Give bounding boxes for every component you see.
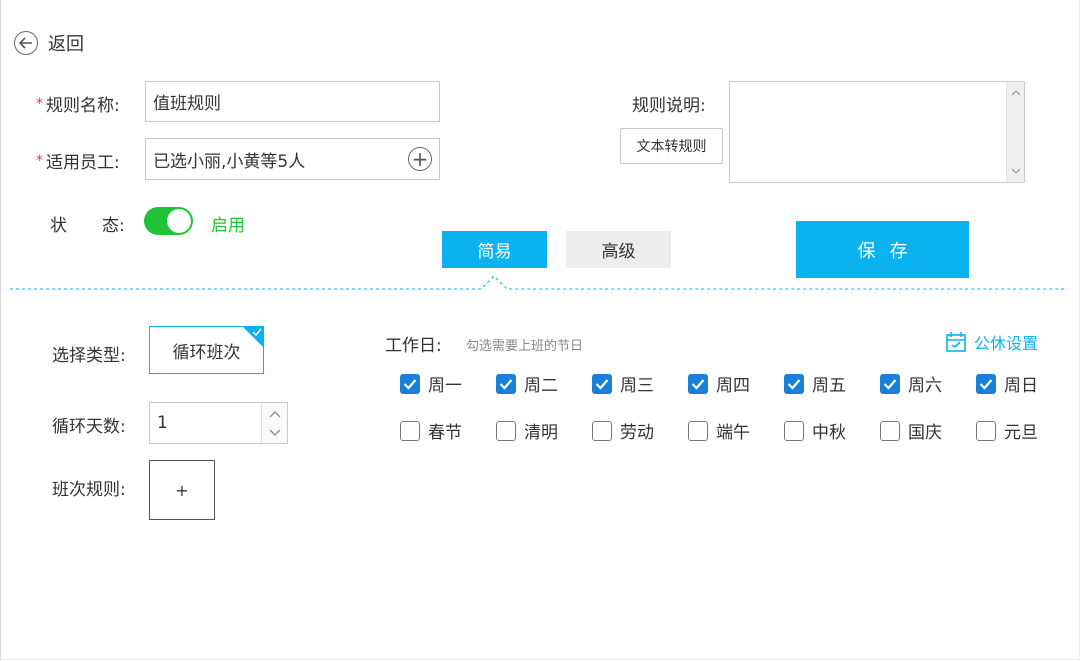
rule-name-input[interactable]: 值班规则 bbox=[145, 81, 440, 122]
weekday-checkbox-2[interactable]: 周二 bbox=[496, 371, 558, 396]
type-label: 选择类型: bbox=[52, 346, 126, 366]
weekday-label: 周五 bbox=[812, 376, 846, 396]
checkbox-unchecked-icon[interactable] bbox=[688, 420, 708, 441]
holiday-settings-label: 公休设置 bbox=[974, 334, 1039, 353]
workdays-label: 工作日: bbox=[385, 336, 442, 356]
description-label: 规则说明: bbox=[632, 96, 706, 116]
holiday-label: 国庆 bbox=[908, 423, 942, 443]
weekday-checkbox-4[interactable]: 周四 bbox=[688, 371, 750, 396]
weekday-checkbox-1[interactable]: 周一 bbox=[400, 371, 462, 396]
holiday-checkbox-7[interactable]: 元旦 bbox=[976, 418, 1038, 443]
weekday-label: 周六 bbox=[908, 376, 942, 396]
checkbox-checked-icon[interactable] bbox=[592, 373, 612, 394]
holiday-checkbox-6[interactable]: 国庆 bbox=[880, 418, 942, 443]
tab-advanced[interactable]: 高级 bbox=[566, 231, 671, 268]
weekday-checkbox-7[interactable]: 周日 bbox=[976, 371, 1038, 396]
calendar-icon bbox=[946, 332, 966, 352]
workdays-hint: 勾选需要上班的节日 bbox=[466, 339, 584, 354]
holiday-checkbox-1[interactable]: 春节 bbox=[400, 418, 462, 443]
holiday-label: 端午 bbox=[716, 423, 750, 443]
employees-value: 已选小丽,小黄等5人 bbox=[153, 151, 306, 172]
type-select[interactable]: 循环班次 bbox=[149, 326, 264, 374]
holiday-label: 春节 bbox=[428, 423, 462, 443]
employees-input[interactable]: 已选小丽,小黄等5人 + bbox=[145, 138, 440, 180]
weekday-checkbox-3[interactable]: 周三 bbox=[592, 371, 654, 396]
status-label-a: 状 bbox=[50, 216, 67, 236]
holiday-checkbox-4[interactable]: 端午 bbox=[688, 418, 750, 443]
weekday-label: 周二 bbox=[524, 376, 558, 396]
holiday-checkbox-3[interactable]: 劳动 bbox=[592, 418, 654, 443]
back-button[interactable]: 返回 bbox=[14, 30, 84, 56]
holiday-checkbox-2[interactable]: 清明 bbox=[496, 418, 558, 443]
weekday-checkbox-6[interactable]: 周六 bbox=[880, 371, 942, 396]
check-icon bbox=[252, 328, 262, 336]
employees-label: * 适用员工: bbox=[36, 148, 120, 173]
add-shift-rule-button[interactable]: + bbox=[149, 460, 215, 520]
status-label-b: 态: bbox=[102, 216, 125, 236]
weekday-checkbox-5[interactable]: 周五 bbox=[784, 371, 846, 396]
checkbox-checked-icon[interactable] bbox=[976, 373, 996, 394]
section-divider bbox=[10, 275, 1066, 290]
toggle-knob bbox=[167, 209, 191, 233]
checkbox-unchecked-icon[interactable] bbox=[496, 420, 516, 441]
text-to-rule-button[interactable]: 文本转规则 bbox=[620, 128, 723, 164]
cycle-days-stepper[interactable]: 1 bbox=[149, 402, 288, 444]
back-label: 返回 bbox=[48, 34, 84, 55]
cycle-days-label: 循环天数: bbox=[52, 417, 126, 437]
chevron-down-icon bbox=[269, 429, 281, 436]
chevron-up-icon bbox=[269, 411, 281, 418]
holiday-checkbox-5[interactable]: 中秋 bbox=[784, 418, 846, 443]
cycle-days-value: 1 bbox=[157, 413, 168, 433]
weekday-label: 周三 bbox=[620, 376, 654, 396]
status-value: 启用 bbox=[211, 216, 245, 236]
shift-rule-label: 班次规则: bbox=[52, 480, 126, 500]
textarea-scrollbar[interactable] bbox=[1006, 82, 1024, 182]
weekday-label: 周一 bbox=[428, 376, 462, 396]
checkbox-unchecked-icon[interactable] bbox=[592, 420, 612, 441]
add-employee-icon[interactable]: + bbox=[408, 147, 432, 171]
checkbox-checked-icon[interactable] bbox=[400, 373, 420, 394]
checkbox-unchecked-icon[interactable] bbox=[784, 420, 804, 441]
rule-name-label: * 规则名称: bbox=[36, 91, 120, 116]
type-value: 循环班次 bbox=[172, 342, 241, 363]
employees-label-text: 适用员工: bbox=[46, 153, 120, 173]
holiday-label: 中秋 bbox=[812, 423, 846, 443]
holiday-label: 元旦 bbox=[1004, 423, 1038, 443]
stepper-arrows[interactable] bbox=[261, 403, 287, 443]
tab-simple[interactable]: 简易 bbox=[442, 231, 547, 268]
checkbox-unchecked-icon[interactable] bbox=[400, 420, 420, 441]
holiday-label: 清明 bbox=[524, 423, 558, 443]
checkbox-checked-icon[interactable] bbox=[496, 373, 516, 394]
weekday-label: 周四 bbox=[716, 376, 750, 396]
rule-name-value: 值班规则 bbox=[153, 94, 221, 114]
checkbox-unchecked-icon[interactable] bbox=[976, 420, 996, 441]
arrow-left-icon bbox=[14, 31, 38, 55]
holiday-label: 劳动 bbox=[620, 423, 654, 443]
rule-name-label-text: 规则名称: bbox=[46, 96, 120, 116]
description-textarea[interactable] bbox=[729, 81, 1025, 183]
required-mark: * bbox=[36, 96, 43, 112]
status-toggle[interactable] bbox=[144, 207, 193, 235]
status-label: 状 态: bbox=[50, 211, 125, 236]
checkbox-unchecked-icon[interactable] bbox=[880, 420, 900, 441]
checkbox-checked-icon[interactable] bbox=[880, 373, 900, 394]
checkbox-checked-icon[interactable] bbox=[688, 373, 708, 394]
required-mark: * bbox=[36, 153, 43, 169]
checkbox-checked-icon[interactable] bbox=[784, 373, 804, 394]
holiday-settings-link[interactable]: 公休设置 bbox=[945, 330, 1038, 354]
weekday-label: 周日 bbox=[1004, 376, 1038, 396]
